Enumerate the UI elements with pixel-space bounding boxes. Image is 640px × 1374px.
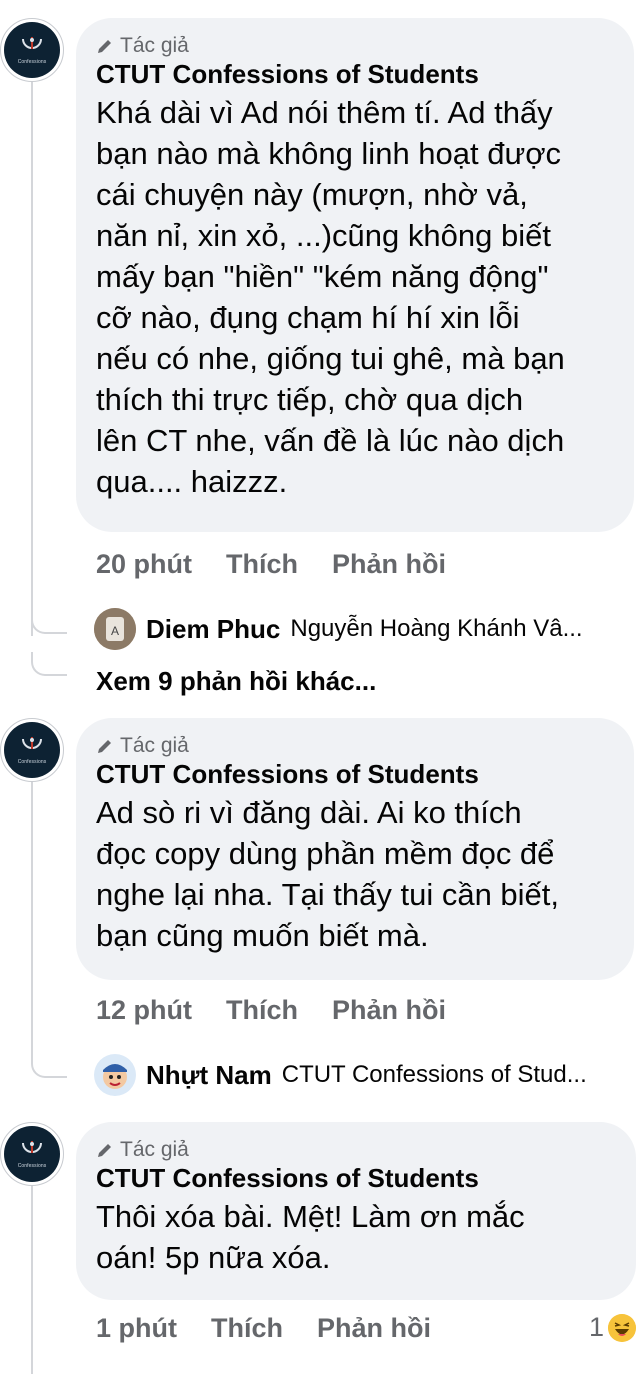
comment-actions: 12 phút Thích Phản hồi — [96, 994, 446, 1026]
thread-line — [31, 66, 33, 636]
reply-author-name[interactable]: Nhựt Nam — [146, 1060, 272, 1091]
author-name[interactable]: CTUT Confessions of Students — [96, 58, 614, 90]
comment-line: năn nỉ, xin xỏ, ...)cũng không biết — [96, 218, 551, 253]
thread-connector — [31, 652, 67, 676]
user-photo-icon: A — [94, 608, 136, 650]
avatar-label: Confessions — [17, 759, 47, 765]
like-button[interactable]: Thích — [211, 1312, 283, 1344]
comment-line: lên CT nhe, vấn đề là lúc nào dịch — [96, 423, 565, 458]
reply-button[interactable]: Phản hồi — [317, 1312, 431, 1344]
avatar-label: Confessions — [17, 1163, 47, 1169]
reaction-count: 1 — [588, 1312, 604, 1342]
author-badge: Tác giả — [96, 1138, 616, 1162]
author-badge-label: Tác giả — [120, 734, 189, 757]
reply-preview-text: Nguyễn Hoàng Khánh Vâ... — [290, 615, 583, 642]
comment-line: thích thi trực tiếp, chờ qua dịch — [96, 382, 524, 417]
author-name[interactable]: CTUT Confessions of Students — [96, 758, 614, 790]
svg-text:A: A — [111, 624, 119, 638]
pencil-icon — [98, 40, 111, 53]
view-more-replies-link[interactable]: Xem 9 phản hồi khác... — [96, 666, 376, 697]
avatar[interactable]: Confessions — [0, 1122, 64, 1186]
comment-time[interactable]: 1 phút — [96, 1312, 177, 1344]
comment-time[interactable]: 20 phút — [96, 548, 192, 580]
like-button[interactable]: Thích — [226, 548, 298, 580]
reply-preview[interactable]: Nhựt Nam CTUT Confessions of Stud... — [94, 1054, 587, 1096]
confessions-logo-icon — [22, 37, 42, 49]
comment-bubble[interactable]: Tác giả CTUT Confessions of Students Thô… — [76, 1122, 636, 1300]
comment-text: Khá dài vì Ad nói thêm tí. Ad thấy bạn n… — [96, 92, 614, 502]
comment-line: oán! 5p nữa xóa. — [96, 1240, 331, 1275]
like-button[interactable]: Thích — [226, 994, 298, 1026]
avatar[interactable]: Confessions — [0, 718, 64, 782]
pencil-icon — [98, 1144, 111, 1157]
confessions-logo-icon — [22, 737, 42, 749]
comment-line: bạn nào mà không linh hoạt được — [96, 136, 562, 171]
comment-line: cỡ nào, đụng chạm hí hí xin lỗi — [96, 300, 520, 335]
comment-bubble[interactable]: Tác giả CTUT Confessions of Students Khá… — [76, 18, 634, 532]
comment-actions: 20 phút Thích Phản hồi — [96, 548, 446, 580]
thread-connector — [31, 610, 67, 634]
comment-line: đọc copy dùng phần mềm đọc để — [96, 836, 555, 871]
confessions-logo-icon — [22, 1141, 42, 1153]
reply-author-name[interactable]: Diem Phuc — [146, 614, 280, 645]
reply-button[interactable]: Phản hồi — [332, 994, 446, 1026]
avatar[interactable]: A — [94, 608, 136, 650]
author-badge-label: Tác giả — [120, 34, 189, 57]
comment-line: Ad sò ri vì đăng dài. Ai ko thích — [96, 795, 522, 830]
comment-line: nếu có nhe, giống tui ghê, mà bạn — [96, 341, 565, 376]
comment-time[interactable]: 12 phút — [96, 994, 192, 1026]
author-name[interactable]: CTUT Confessions of Students — [96, 1162, 616, 1194]
comment-line: bạn cũng muốn biết mà. — [96, 918, 429, 953]
avatar[interactable] — [94, 1054, 136, 1096]
reaction-summary[interactable]: 1 — [589, 1312, 636, 1343]
reply-preview-text: CTUT Confessions of Stud... — [281, 1061, 587, 1088]
reply-button[interactable]: Phản hồi — [332, 548, 446, 580]
pencil-icon — [98, 740, 111, 753]
comment-actions: 1 phút Thích Phản hồi — [96, 1312, 431, 1344]
reply-preview[interactable]: A Diem Phuc Nguyễn Hoàng Khánh Vâ... — [94, 608, 583, 650]
comment-text: Ad sò ri vì đăng dài. Ai ko thích đọc co… — [96, 792, 614, 956]
author-badge: Tác giả — [96, 34, 614, 58]
comment-line: Khá dài vì Ad nói thêm tí. Ad thấy — [96, 95, 553, 130]
thread-connector — [31, 1054, 67, 1078]
comment-line: cái chuyện này (mượn, nhờ vả, — [96, 177, 528, 212]
comment-text: Thôi xóa bài. Mệt! Làm ơn mắc oán! 5p nữ… — [96, 1196, 616, 1278]
haha-icon — [608, 1313, 636, 1342]
avatar[interactable]: Confessions — [0, 18, 64, 82]
avatar-label: Confessions — [17, 59, 47, 65]
comment-line: mấy bạn "hiền" "kém năng động" — [96, 259, 549, 294]
comment-line: Thôi xóa bài. Mệt! Làm ơn mắc — [96, 1199, 525, 1234]
thread-line — [31, 766, 33, 1056]
thread-line — [31, 1170, 33, 1374]
author-badge-label: Tác giả — [120, 1138, 189, 1161]
comment-line: nghe lại nha. Tại thấy tui cần biết, — [96, 877, 560, 912]
comment-bubble[interactable]: Tác giả CTUT Confessions of Students Ad … — [76, 718, 634, 980]
cartoon-avatar-icon — [94, 1054, 136, 1096]
comment-line: qua.... haizzz. — [96, 464, 288, 499]
author-badge: Tác giả — [96, 734, 614, 758]
